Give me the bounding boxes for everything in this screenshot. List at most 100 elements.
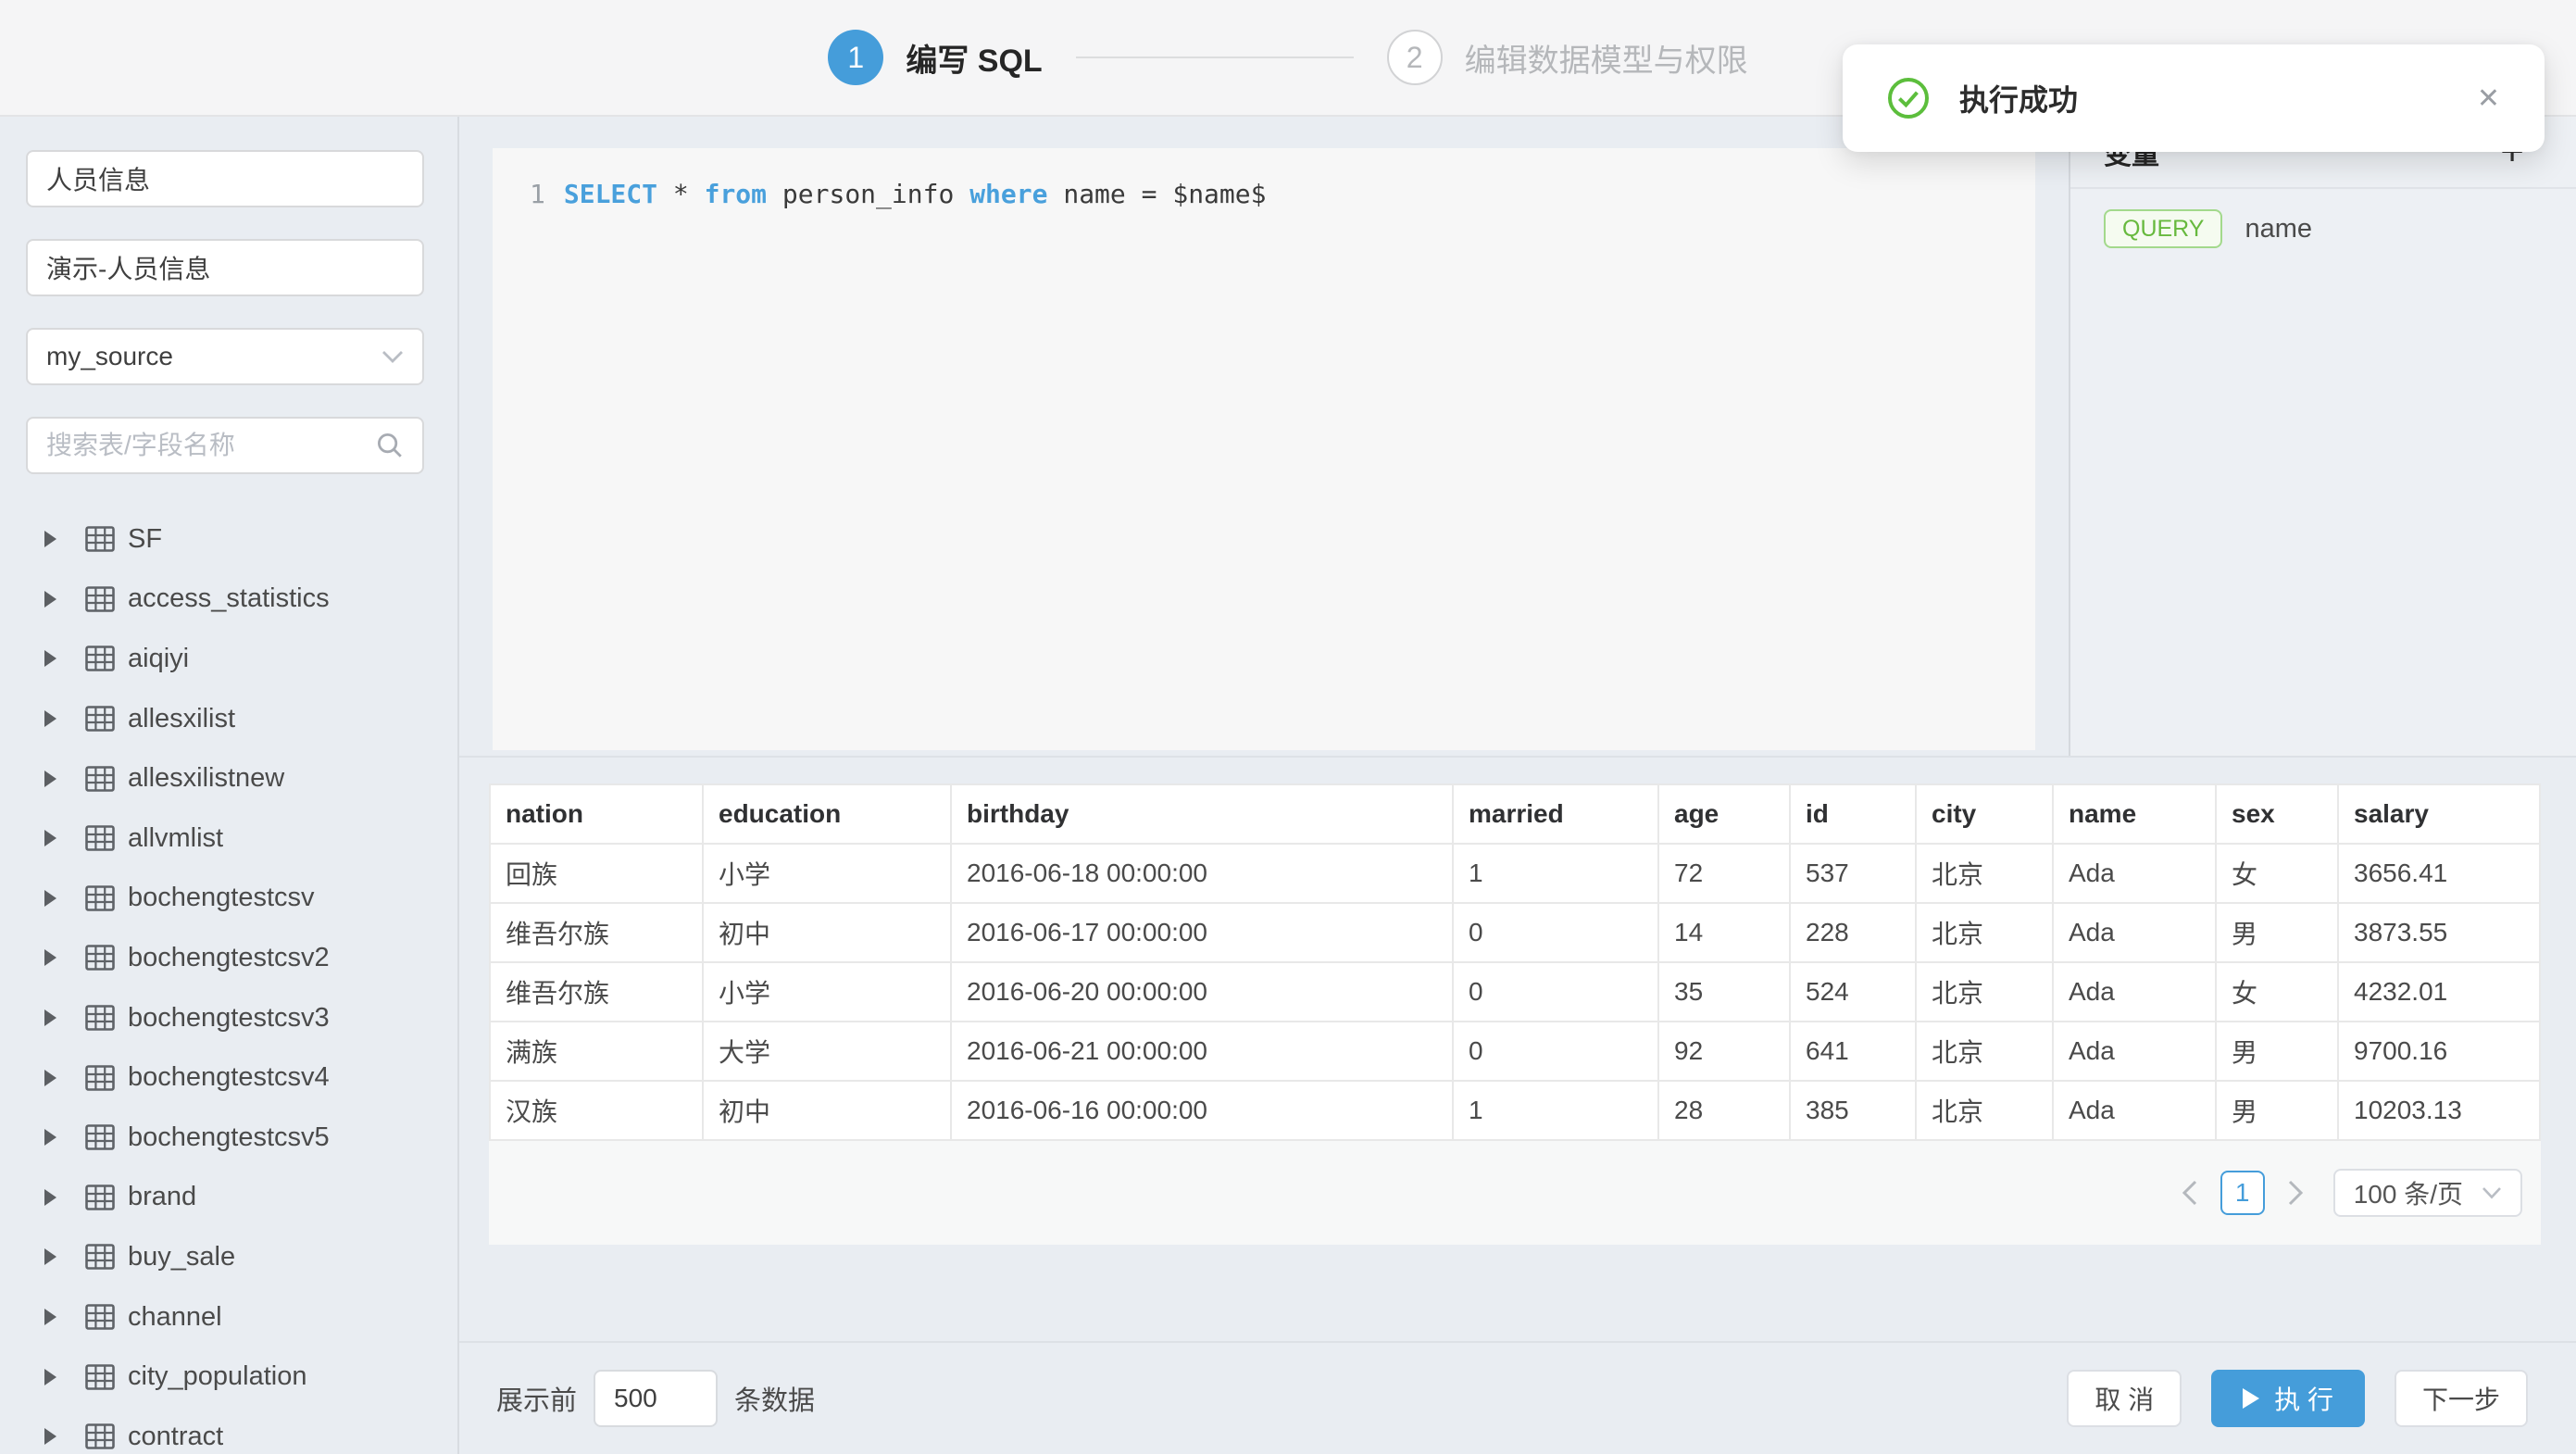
table-grid-icon [85, 825, 115, 851]
datasource-value: my_source [46, 342, 381, 371]
sidebar-table-item[interactable]: bochengtestcsv5 [26, 1108, 431, 1168]
sidebar-table-item[interactable]: brand [26, 1168, 431, 1228]
table-grid-icon [85, 1304, 115, 1330]
dataset-display-name-field[interactable] [26, 239, 424, 296]
next-step-button[interactable]: 下一步 [2395, 1370, 2528, 1427]
results-body: 回族小学2016-06-18 00:00:00172537北京Ada女3656.… [490, 844, 2540, 1140]
caret-right-icon[interactable] [43, 829, 57, 847]
table-search-field[interactable] [26, 417, 424, 474]
caret-right-icon[interactable] [43, 709, 57, 728]
table-name-label: access_statistics [128, 583, 330, 614]
caret-right-icon[interactable] [43, 1247, 57, 1266]
caret-right-icon[interactable] [43, 1188, 57, 1207]
sidebar-table-item[interactable]: SF [26, 509, 431, 570]
row-limit-input[interactable] [594, 1370, 718, 1427]
pagination: 1 100 条/页 [489, 1141, 2541, 1245]
caret-right-icon[interactable] [43, 1069, 57, 1087]
table-name-label: contract [128, 1422, 223, 1452]
sql-editor[interactable]: 1 SELECT * from person_info where name =… [493, 148, 2035, 750]
main-column: 1 SELECT * from person_info where name =… [459, 117, 2576, 1454]
sidebar-table-item[interactable]: allesxilist [26, 689, 431, 749]
variable-row[interactable]: QUERY name [2070, 189, 2576, 248]
caret-right-icon[interactable] [43, 530, 57, 548]
sidebar-table-item[interactable]: channel [26, 1287, 431, 1347]
table-cell: 0 [1453, 962, 1658, 1022]
table-name-label: bochengtestcsv4 [128, 1062, 330, 1093]
table-cell: 满族 [490, 1022, 703, 1081]
row-limit-group: 展示前 条数据 [496, 1370, 815, 1427]
sidebar-table-item[interactable]: buy_sale [26, 1227, 431, 1287]
dataset-display-name-input[interactable] [46, 253, 404, 282]
sidebar-table-item[interactable]: city_population [26, 1347, 431, 1407]
cancel-button[interactable]: 取 消 [2067, 1370, 2182, 1427]
sql-line: 1 SELECT * from person_info where name =… [530, 176, 2035, 213]
sidebar-table-item[interactable]: bochengtestcsv [26, 869, 431, 929]
table-grid-icon [85, 1185, 115, 1210]
table-grid-icon [85, 1423, 115, 1449]
table-cell: 北京 [1916, 844, 2053, 903]
table-search-input[interactable] [46, 431, 376, 460]
column-header: age [1658, 784, 1790, 844]
table-grid-icon [85, 586, 115, 612]
column-header: salary [2338, 784, 2540, 844]
next-page-button[interactable] [2276, 1180, 2315, 1206]
table-cell: 女 [2216, 844, 2338, 903]
caret-right-icon[interactable] [43, 1368, 57, 1386]
step-edit-model[interactable]: 2 编辑数据模型与权限 [1387, 30, 1748, 85]
sidebar-table-item[interactable]: bochengtestcsv4 [26, 1047, 431, 1108]
caret-right-icon[interactable] [43, 649, 57, 668]
table-cell: 4232.01 [2338, 962, 2540, 1022]
page-number-button[interactable]: 1 [2220, 1171, 2265, 1215]
table-cell: 北京 [1916, 962, 2053, 1022]
table-name-label: allesxilistnew [128, 763, 284, 794]
table-name-label: city_population [128, 1361, 306, 1392]
table-cell: 初中 [703, 903, 951, 962]
table-grid-icon [85, 1364, 115, 1390]
run-button[interactable]: 执 行 [2211, 1370, 2365, 1427]
page-size-select[interactable]: 100 条/页 [2333, 1169, 2522, 1217]
sidebar-table-item[interactable]: allvmlist [26, 808, 431, 869]
table-grid-icon [85, 1244, 115, 1270]
table-cell: Ada [2053, 1081, 2216, 1140]
table-cell: 228 [1790, 903, 1916, 962]
caret-right-icon[interactable] [43, 948, 57, 967]
table-tree: SF access_statistics [26, 509, 431, 1454]
table-row: 汉族初中2016-06-16 00:00:00128385北京Ada男10203… [490, 1081, 2540, 1140]
step-2-circle: 2 [1387, 30, 1443, 85]
sql-token-keyword: SELECT [564, 179, 657, 209]
table-cell: 14 [1658, 903, 1790, 962]
caret-right-icon[interactable] [43, 590, 57, 608]
sidebar-table-item[interactable]: aiqiyi [26, 629, 431, 689]
prev-page-button[interactable] [2170, 1180, 2209, 1206]
table-row: 维吾尔族初中2016-06-17 00:00:00014228北京Ada男387… [490, 903, 2540, 962]
caret-right-icon[interactable] [43, 770, 57, 788]
caret-right-icon[interactable] [43, 1427, 57, 1446]
table-grid-icon [85, 766, 115, 792]
sidebar-table-item[interactable]: bochengtestcsv3 [26, 988, 431, 1048]
sidebar-table-item[interactable]: allesxilistnew [26, 748, 431, 808]
column-header: city [1916, 784, 2053, 844]
sidebar-table-item[interactable]: contract [26, 1407, 431, 1454]
table-cell: 0 [1453, 1022, 1658, 1081]
table-cell: 72 [1658, 844, 1790, 903]
caret-right-icon[interactable] [43, 1308, 57, 1326]
caret-right-icon[interactable] [43, 889, 57, 908]
caret-right-icon[interactable] [43, 1009, 57, 1027]
table-grid-icon [85, 945, 115, 971]
column-header: married [1453, 784, 1658, 844]
caret-right-icon[interactable] [43, 1128, 57, 1147]
variables-list: QUERY name [2070, 189, 2576, 248]
close-icon[interactable]: ✕ [2477, 82, 2500, 115]
search-icon [376, 432, 404, 459]
sql-code: SELECT * from person_info where name = $… [564, 176, 1267, 213]
results-table: nationeducationbirthdaymarriedageidcityn… [489, 783, 2541, 1141]
step-write-sql[interactable]: 1 编写 SQL [828, 30, 1042, 85]
datasource-select[interactable]: my_source [26, 328, 424, 385]
table-cell: 2016-06-17 00:00:00 [951, 903, 1453, 962]
table-cell: 524 [1790, 962, 1916, 1022]
sidebar-table-item[interactable]: bochengtestcsv2 [26, 928, 431, 988]
table-cell: 男 [2216, 1081, 2338, 1140]
dataset-name-input[interactable] [46, 164, 404, 194]
sidebar-table-item[interactable]: access_statistics [26, 570, 431, 630]
dataset-name-field[interactable] [26, 150, 424, 207]
